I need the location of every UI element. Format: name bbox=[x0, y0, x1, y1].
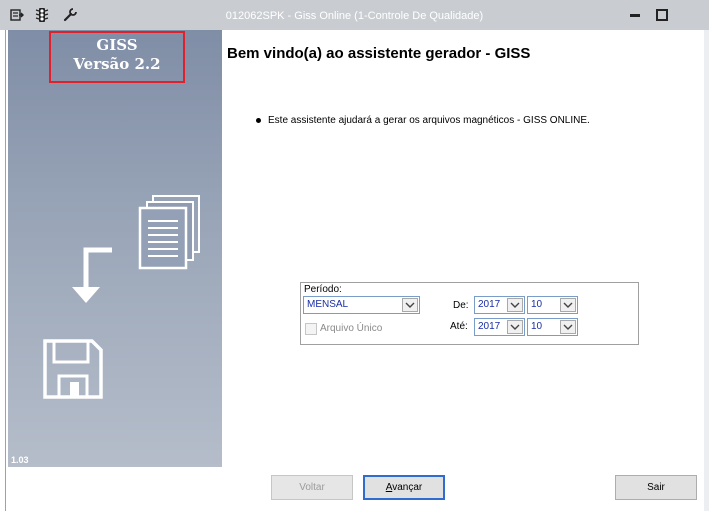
title-bar: 012062SPK - Giss Online (1-Controle De Q… bbox=[0, 0, 709, 30]
from-year-value: 2017 bbox=[478, 299, 501, 310]
from-month-select[interactable]: 10 bbox=[527, 296, 578, 314]
minimize-icon[interactable] bbox=[629, 9, 641, 21]
chevron-down-icon[interactable] bbox=[402, 298, 418, 312]
product-name: GISS bbox=[96, 36, 138, 54]
maximize-icon[interactable] bbox=[656, 9, 668, 21]
from-label: De: bbox=[453, 300, 469, 311]
period-type-value: MENSAL bbox=[307, 299, 349, 310]
window-title: 012062SPK - Giss Online (1-Controle De Q… bbox=[225, 10, 484, 22]
chevron-down-icon[interactable] bbox=[560, 298, 576, 312]
period-type-select[interactable]: MENSAL bbox=[303, 296, 420, 314]
side-panel: GISS Versão 2.2 1.03 bbox=[8, 30, 222, 467]
chevron-down-icon[interactable] bbox=[560, 320, 576, 334]
chevron-down-icon[interactable] bbox=[507, 298, 523, 312]
exit-button[interactable]: Sair bbox=[615, 475, 697, 500]
to-month-value: 10 bbox=[531, 321, 543, 332]
from-year-select[interactable]: 2017 bbox=[474, 296, 525, 314]
single-file-checkbox[interactable] bbox=[305, 323, 317, 335]
to-year-select[interactable]: 2017 bbox=[474, 318, 525, 336]
to-label: Até: bbox=[450, 321, 468, 332]
chevron-down-icon[interactable] bbox=[507, 320, 523, 334]
page-title: Bem vindo(a) ao assistente gerador - GIS… bbox=[227, 45, 531, 62]
single-file-label: Arquivo Único bbox=[320, 323, 383, 334]
product-version: Versão 2.2 bbox=[73, 55, 161, 73]
floppy-disk-icon bbox=[43, 339, 103, 399]
to-year-value: 2017 bbox=[478, 321, 501, 332]
window-border bbox=[704, 30, 709, 511]
arrow-down-icon bbox=[72, 247, 112, 303]
next-button-label: vançar bbox=[392, 482, 423, 493]
next-button[interactable]: Avançar bbox=[363, 475, 445, 500]
to-month-select[interactable]: 10 bbox=[527, 318, 578, 336]
bullet-dot bbox=[256, 118, 261, 123]
documents-icon bbox=[138, 195, 200, 270]
back-button[interactable]: Voltar bbox=[271, 475, 353, 500]
period-label: Período: bbox=[304, 284, 342, 295]
app-version: 1.03 bbox=[11, 455, 29, 465]
version-highlight: GISS Versão 2.2 bbox=[49, 31, 185, 83]
intro-text: Este assistente ajudará a gerar os arqui… bbox=[268, 115, 590, 126]
from-month-value: 10 bbox=[531, 299, 543, 310]
